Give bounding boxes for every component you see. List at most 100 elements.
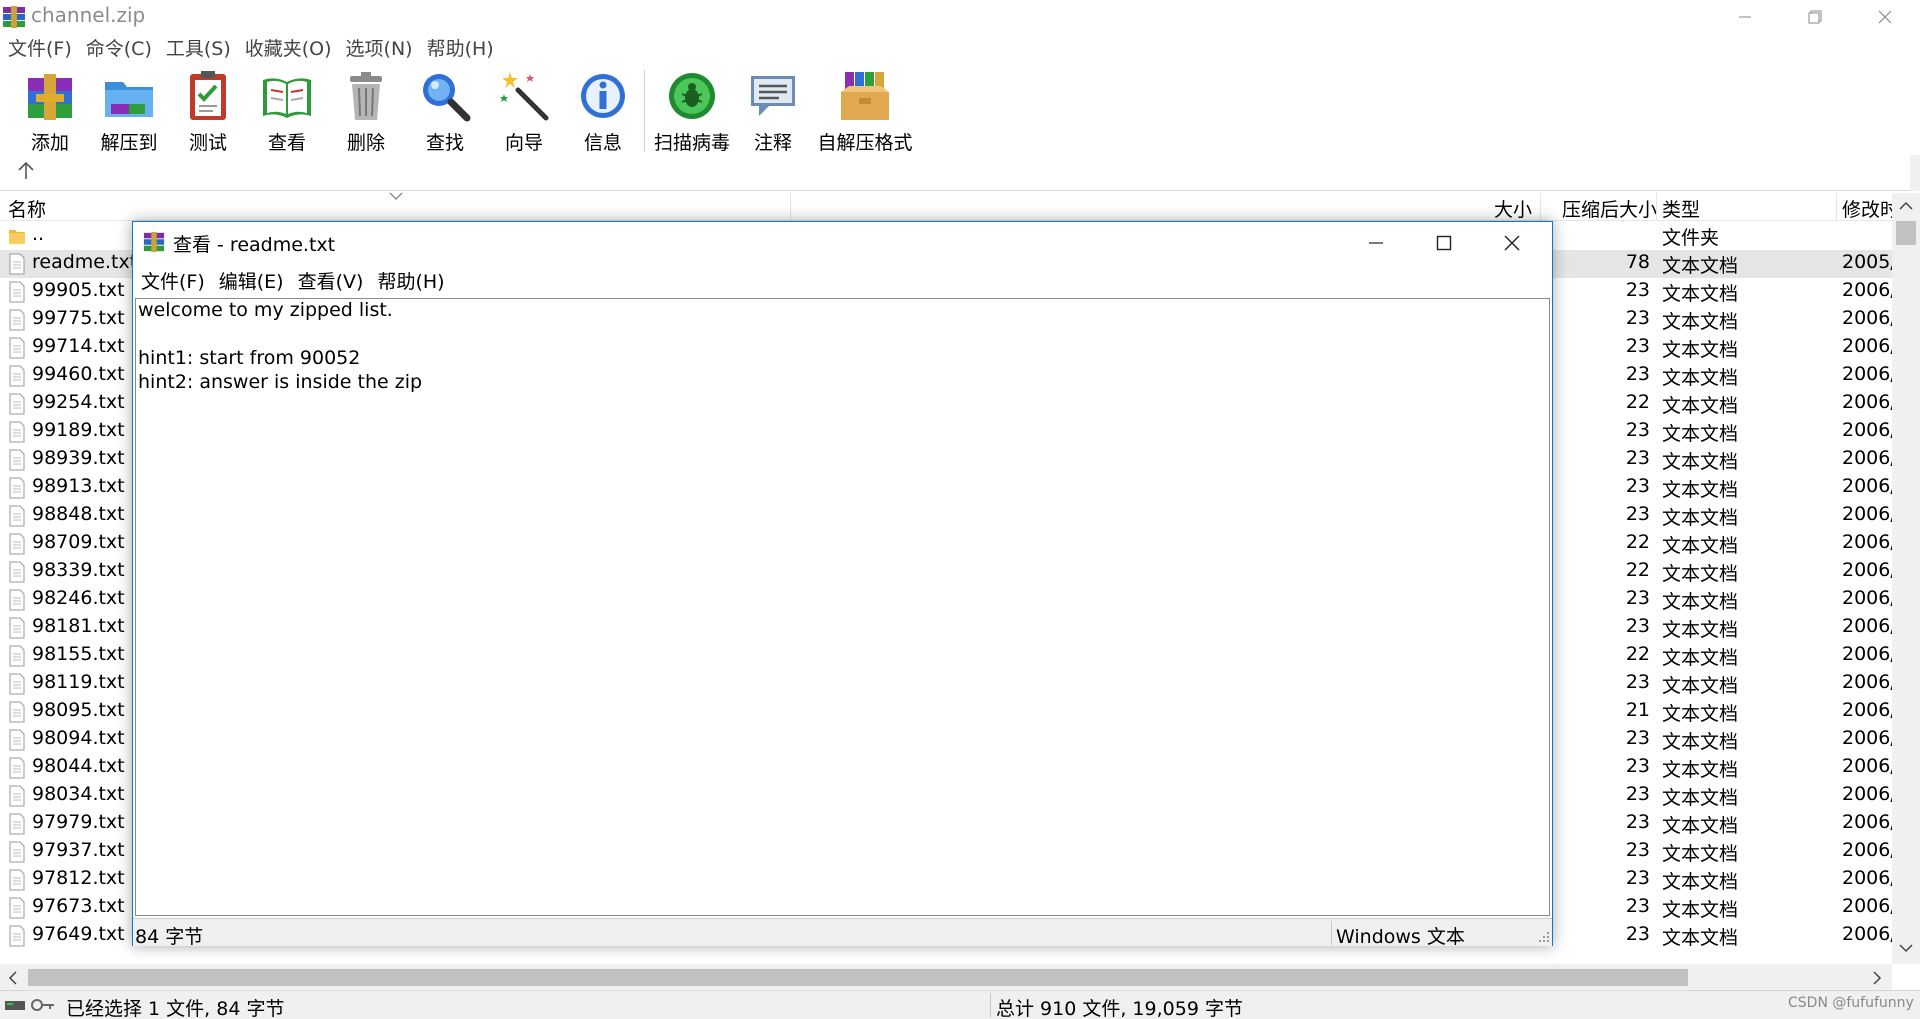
vertical-scrollbar[interactable]	[1892, 193, 1920, 964]
text-file-icon	[9, 617, 25, 639]
menu-help[interactable]: 帮助(H)	[427, 36, 494, 64]
file-type: 文本文档	[1662, 843, 1739, 865]
watermark: CSDN @fufufunny	[1788, 995, 1914, 1011]
tool-delete-button[interactable]: 删除	[326, 68, 406, 156]
file-modified: 2006/	[1842, 727, 1892, 749]
file-modified: 2006/	[1842, 923, 1892, 945]
menu-file[interactable]: 文件(F)	[8, 36, 72, 64]
file-type: 文本文档	[1662, 339, 1739, 361]
viewer-menu-edit[interactable]: 编辑(E)	[219, 267, 284, 294]
file-type: 文本文档	[1662, 591, 1739, 613]
tool-wizard-label: 向导	[504, 132, 543, 154]
sort-desc-icon	[389, 192, 403, 200]
resize-grip-icon[interactable]	[1538, 931, 1550, 943]
menu-options[interactable]: 选项(N)	[346, 36, 413, 64]
file-type: 文本文档	[1662, 647, 1739, 669]
viewer-menu-help[interactable]: 帮助(H)	[377, 267, 444, 294]
viewer-minimize-button[interactable]	[1342, 222, 1410, 264]
tool-info-button[interactable]: 信息	[563, 68, 643, 156]
viewer-size-status: 84 字节	[135, 926, 204, 948]
viewer-menu-view[interactable]: 查看(V)	[298, 267, 364, 294]
text-file-icon	[9, 645, 25, 667]
minimize-button[interactable]	[1710, 0, 1780, 34]
column-name[interactable]: 名称	[8, 195, 46, 222]
tool-comment-button[interactable]: 注释	[733, 68, 813, 156]
column-separator[interactable]	[1836, 193, 1837, 221]
file-packed-size: 22	[1625, 559, 1650, 581]
tool-add-button[interactable]: 添加	[10, 68, 90, 156]
file-modified: 2006/	[1842, 279, 1892, 301]
file-packed-size: 23	[1625, 671, 1650, 693]
file-name: 99460.txt	[32, 363, 125, 385]
horizontal-scroll-thumb[interactable]	[28, 969, 1688, 986]
scroll-down-icon[interactable]	[1898, 943, 1914, 953]
file-modified: 2006/	[1842, 783, 1892, 805]
file-name: 98044.txt	[32, 755, 125, 777]
file-type: 文本文档	[1662, 731, 1739, 753]
close-button[interactable]	[1850, 0, 1920, 34]
file-modified: 2006/	[1842, 839, 1892, 861]
file-name: 98181.txt	[32, 615, 125, 637]
viewer-title-bar[interactable]: 查看 - readme.txt	[133, 222, 1552, 264]
file-name: 98095.txt	[32, 699, 125, 721]
menu-tools[interactable]: 工具(S)	[166, 36, 231, 64]
text-file-icon	[9, 869, 25, 891]
column-separator[interactable]	[1656, 193, 1657, 221]
vertical-scroll-thumb[interactable]	[1896, 221, 1916, 245]
tool-extract-button[interactable]: 解压到	[89, 68, 169, 156]
file-packed-size: 23	[1625, 279, 1650, 301]
text-file-icon	[9, 393, 25, 415]
menu-commands[interactable]: 命令(C)	[86, 36, 152, 64]
tool-wizard-button[interactable]: 向导	[484, 68, 564, 156]
test-icon	[190, 71, 226, 120]
column-modified[interactable]: 修改时	[1842, 195, 1892, 222]
tool-sfx-label: 自解压格式	[817, 132, 913, 154]
menu-favorites[interactable]: 收藏夹(O)	[245, 36, 332, 64]
file-modified: 2006/	[1842, 307, 1892, 329]
tool-extract-label: 解压到	[100, 132, 158, 154]
tool-sfx-button[interactable]: 自解压格式	[815, 68, 915, 156]
winrar-logo-icon	[3, 6, 25, 28]
up-arrow-icon[interactable]	[14, 159, 38, 183]
column-separator[interactable]	[790, 193, 791, 221]
file-type: 文本文档	[1662, 563, 1739, 585]
path-bar-divider	[0, 190, 1920, 191]
tool-test-label: 测试	[188, 132, 227, 154]
tool-scan-virus-button[interactable]: 扫描病毒	[652, 68, 732, 156]
tool-find-button[interactable]: 查找	[405, 68, 485, 156]
file-type: 文本文档	[1662, 899, 1739, 921]
column-separator[interactable]	[1540, 193, 1541, 221]
text-file-icon	[9, 589, 25, 611]
viewer-maximize-button[interactable]	[1410, 222, 1478, 264]
file-name: 99189.txt	[32, 419, 125, 441]
file-type: 文本文档	[1662, 423, 1739, 445]
scroll-up-icon[interactable]	[1898, 201, 1914, 211]
wizard-icon	[500, 72, 549, 121]
file-type: 文本文档	[1662, 871, 1739, 893]
file-name: 98339.txt	[32, 559, 125, 581]
info-icon	[581, 74, 625, 118]
scroll-right-icon[interactable]	[1872, 970, 1882, 986]
column-type[interactable]: 类型	[1662, 195, 1700, 222]
total-status: 总计 910 文件, 19,059 字节	[996, 998, 1243, 1019]
file-name: 97979.txt	[32, 811, 125, 833]
file-type: 文本文档	[1662, 507, 1739, 529]
viewer-encoding-status: Windows 文本	[1336, 926, 1465, 948]
scan-virus-icon	[669, 73, 715, 119]
horizontal-scrollbar[interactable]	[0, 964, 1892, 990]
tool-test-button[interactable]: 测试	[168, 68, 248, 156]
scroll-left-icon[interactable]	[8, 970, 18, 986]
viewer-close-button[interactable]	[1478, 222, 1546, 264]
viewer-text-area[interactable]: welcome to my zipped list. hint1: start …	[135, 298, 1550, 916]
close-icon	[1504, 235, 1520, 251]
tool-view-button[interactable]: 查看	[247, 68, 327, 156]
viewer-menu-file[interactable]: 文件(F)	[141, 267, 205, 294]
viewer-menu-bar: 文件(F) 编辑(E) 查看(V) 帮助(H)	[133, 264, 1552, 296]
tool-comment-label: 注释	[753, 132, 792, 154]
file-list-header: 名称 大小 压缩后大小 类型 修改时	[0, 192, 1892, 222]
file-name: 98034.txt	[32, 783, 125, 805]
file-modified: 2006/	[1842, 811, 1892, 833]
restore-button[interactable]	[1780, 0, 1850, 34]
column-packed[interactable]: 压缩后大小	[1562, 195, 1657, 222]
column-size[interactable]: 大小	[1494, 195, 1532, 222]
